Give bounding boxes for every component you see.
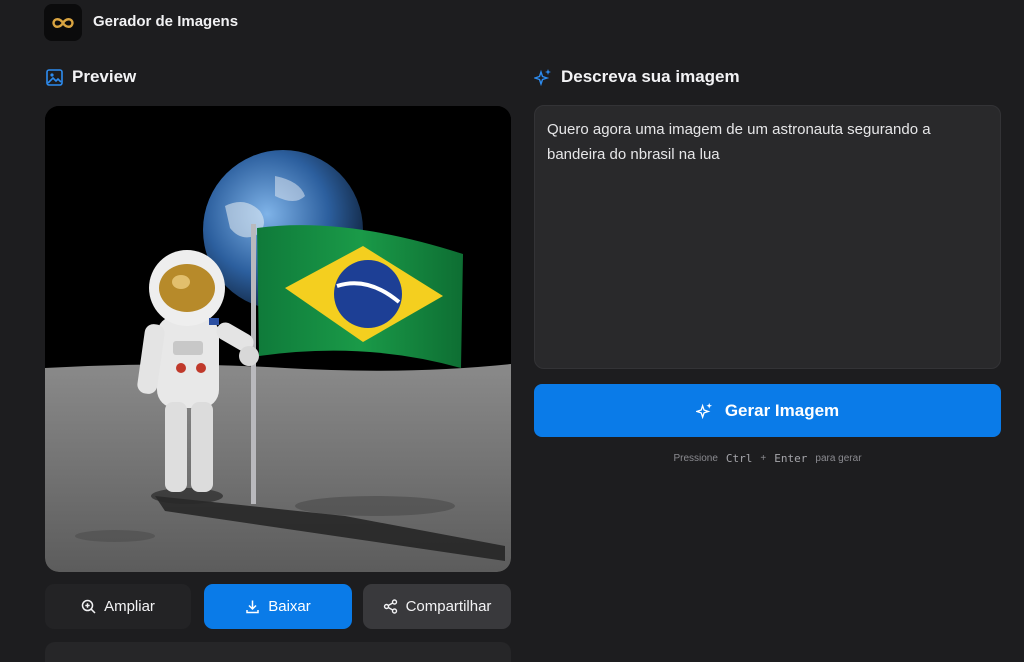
hint-key-ctrl: Ctrl	[725, 452, 753, 465]
shortcut-hint: Pressione Ctrl + Enter para gerar	[444, 452, 1024, 465]
download-label: Baixar	[268, 598, 311, 615]
preview-actions: Ampliar Baixar Compartilhar	[45, 584, 511, 629]
lower-panel	[45, 642, 511, 662]
hint-plus: +	[760, 453, 767, 464]
hint-press: Pressione	[673, 453, 718, 464]
app-logo	[44, 4, 82, 41]
generated-image[interactable]	[45, 106, 511, 572]
prompt-textarea[interactable]: Quero agora uma imagem de um astronauta …	[534, 105, 1001, 369]
generate-label: Gerar Imagem	[724, 400, 840, 420]
app-title: Gerador de Imagens	[93, 13, 239, 30]
preview-title: Preview	[72, 67, 137, 86]
hint-key-enter: Enter	[774, 452, 808, 465]
sparkles-icon	[534, 68, 552, 86]
zoom-in-icon	[81, 599, 96, 614]
zoom-label: Ampliar	[104, 598, 155, 615]
preview-heading: Preview	[45, 67, 136, 87]
describe-title: Descreva sua imagem	[561, 67, 740, 86]
describe-heading: Descreva sua imagem	[534, 67, 740, 87]
share-icon	[383, 599, 397, 614]
infinity-icon	[52, 17, 74, 28]
share-button[interactable]: Compartilhar	[363, 584, 511, 629]
share-label: Compartilhar	[405, 598, 492, 615]
zoom-button[interactable]: Ampliar	[45, 584, 191, 629]
generate-button[interactable]: Gerar Imagem	[534, 384, 1001, 437]
download-icon	[246, 600, 259, 614]
sparkles-icon	[695, 402, 712, 419]
download-button[interactable]: Baixar	[204, 584, 352, 629]
image-icon	[45, 68, 63, 86]
hint-suffix: para gerar	[815, 453, 862, 464]
